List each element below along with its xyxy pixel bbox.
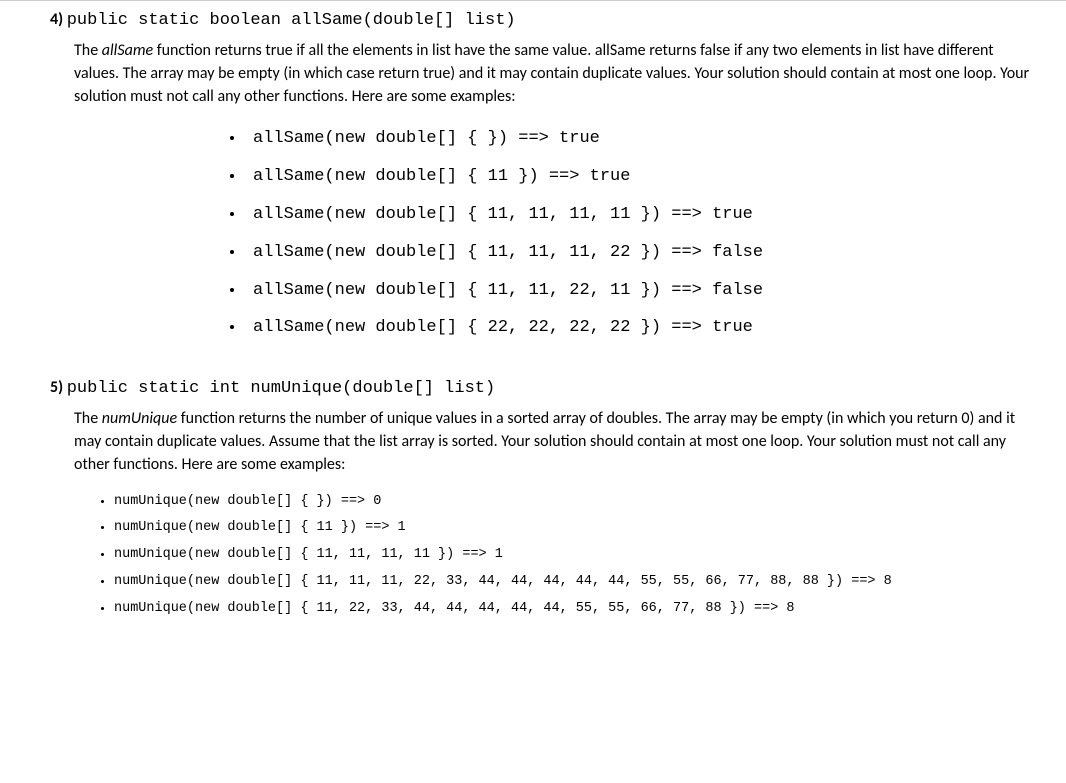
example-item: numUnique(new double[] { 11, 11, 11, 22,… xyxy=(114,569,1036,596)
desc-text-post: function returns the number of unique va… xyxy=(74,409,1015,474)
question-4-signature: public static boolean allSame(double[] l… xyxy=(67,11,516,30)
question-4-number: 4) xyxy=(50,10,63,29)
question-4-examples: allSame(new double[] { }) ==> true allSa… xyxy=(50,120,1036,347)
question-5: 5) public static int numUnique(double[] … xyxy=(50,377,1036,623)
example-item: numUnique(new double[] { 11, 11, 11, 11 … xyxy=(114,542,1036,569)
example-item: allSame(new double[] { 11, 11, 11, 11 })… xyxy=(245,196,1036,234)
question-5-header: 5) public static int numUnique(double[] … xyxy=(50,377,1036,401)
function-name: allSame xyxy=(102,41,153,60)
example-item: allSame(new double[] { 11, 11, 11, 22 })… xyxy=(245,234,1036,272)
example-item: allSame(new double[] { 11 }) ==> true xyxy=(245,158,1036,196)
page-divider xyxy=(0,0,1066,1)
question-4: 4) public static boolean allSame(double[… xyxy=(50,9,1036,347)
question-4-header: 4) public static boolean allSame(double[… xyxy=(50,9,1036,33)
question-5-description: The numUnique function returns the numbe… xyxy=(74,407,1036,477)
question-4-description: The allSame function returns true if all… xyxy=(74,39,1036,109)
desc-text-pre: The xyxy=(74,409,102,428)
example-item: numUnique(new double[] { 11 }) ==> 1 xyxy=(114,515,1036,542)
desc-text-pre: The xyxy=(74,41,102,60)
example-item: allSame(new double[] { 22, 22, 22, 22 })… xyxy=(245,309,1036,347)
example-item: allSame(new double[] { 11, 11, 22, 11 })… xyxy=(245,272,1036,310)
example-item: numUnique(new double[] { 11, 22, 33, 44,… xyxy=(114,596,1036,623)
question-5-examples: numUnique(new double[] { }) ==> 0 numUni… xyxy=(74,489,1036,623)
question-5-signature: public static int numUnique(double[] lis… xyxy=(67,379,495,398)
desc-text-post: function returns true if all the element… xyxy=(74,41,1029,106)
function-name: numUnique xyxy=(102,409,177,428)
example-item: numUnique(new double[] { }) ==> 0 xyxy=(114,489,1036,516)
question-5-number: 5) xyxy=(50,378,63,397)
example-item: allSame(new double[] { }) ==> true xyxy=(245,120,1036,158)
